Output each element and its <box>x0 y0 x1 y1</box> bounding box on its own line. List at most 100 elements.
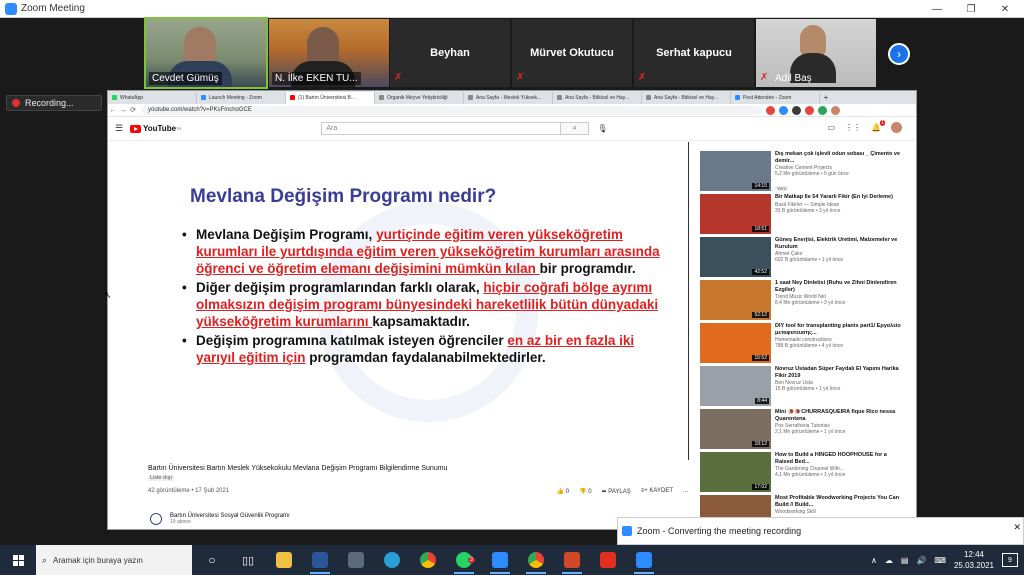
recommended-video[interactable]: 18:51 Bir Matkap İle 54 Yararlı Fikir (En… <box>700 194 910 237</box>
account-avatar[interactable] <box>891 122 902 133</box>
participant-tile[interactable]: Beyhan ✗ <box>390 19 510 87</box>
mic-muted-icon: ✗ <box>394 72 403 83</box>
recommended-video[interactable]: 17:02 How to Build a HINGED HOOPHOUSE for… <box>700 452 910 495</box>
microphone-icon[interactable]: 🎙 <box>597 124 607 133</box>
acrobat-icon[interactable] <box>590 545 626 575</box>
participant-tile[interactable]: Serhat kapucu ✗ <box>634 19 754 87</box>
mic-muted-icon: ✗ <box>516 72 525 83</box>
recommended-video-title: Novruz Ustadan Süper Faydalı El Yapımı H… <box>775 366 899 379</box>
youtube-logo[interactable]: YouTube TR <box>130 124 181 133</box>
browser-tab[interactable]: Ana Sayfa - Bitkisel ve Hay... <box>642 91 731 104</box>
youtube-search-input[interactable]: Ara <box>321 122 562 135</box>
browser-tab[interactable]: Ana Sayfa - Bitkisel ve Hay... <box>553 91 642 104</box>
recommended-video[interactable]: 8:44 Novruz Ustadan Süper Faydalı El Yapı… <box>700 366 910 409</box>
notifications-bell-icon[interactable]: 🔔 1 <box>871 120 885 132</box>
channel-logo[interactable] <box>150 513 162 525</box>
recommended-video[interactable]: 18:12 Mini 🐌🐌CHURRASQUEIRA fique Rico nes… <box>700 409 910 452</box>
close-icon[interactable]: ✕ <box>988 0 1022 18</box>
recommended-video[interactable]: 14:15 Dış mekan çok işlevli odun sobası _… <box>700 151 910 194</box>
video-thumbnail[interactable]: 18:51 <box>700 194 771 234</box>
participant-tile[interactable]: Cevdet Gümüş <box>144 17 268 89</box>
cloud-icon[interactable]: ☁ <box>885 556 893 565</box>
browser-tab[interactable]: Organik Meyve Yetiştiriciliği <box>375 91 464 104</box>
minimize-icon[interactable]: — <box>920 0 954 18</box>
browser-tab[interactable]: Post Attendee - Zoom <box>731 91 820 104</box>
zoom-logo-icon <box>5 2 17 15</box>
recommended-video[interactable]: 42:52 Güneş Enerjisi, Elektrik Üretimi, M… <box>700 237 910 280</box>
clock-date: 25.03.2021 <box>953 561 994 570</box>
bullet-text: Mevlana Değişim Programı, <box>196 227 377 242</box>
volume-icon[interactable]: 🔊 <box>916 556 926 565</box>
browser-tab[interactable]: Launch Meeting - Zoom <box>197 91 286 104</box>
video-thumbnail[interactable]: 42:52 <box>700 237 771 277</box>
extension-icon[interactable] <box>766 105 775 115</box>
recording-indicator[interactable]: Recording... <box>6 95 102 111</box>
video-thumbnail[interactable]: 8:44 <box>700 366 771 406</box>
bullet-text: Değişim programına katılmak isteyen öğre… <box>196 333 508 348</box>
zoom-notification-toast[interactable]: Zoom - Converting the meeting recording … <box>617 517 1024 545</box>
recommended-video[interactable]: 15:52 DIY tool for transplanting plants p… <box>700 323 910 366</box>
forward-icon[interactable]: → <box>118 107 128 114</box>
zoom-app-icon[interactable] <box>482 545 518 575</box>
zoom-meeting-icon[interactable] <box>626 545 662 575</box>
recommended-video-title: Most Profitable Woodworking Projects You… <box>775 495 900 508</box>
url-field[interactable]: youtube.com/watch?v=PKsFmchoGCE <box>142 105 762 115</box>
file-explorer-icon[interactable] <box>266 545 302 575</box>
next-page-button[interactable]: › <box>888 43 910 65</box>
extension-icon[interactable] <box>792 105 801 115</box>
browser-tab[interactable]: WhatsApp <box>108 91 197 104</box>
chevron-up-icon[interactable]: ∧ <box>871 556 877 565</box>
browser-tab[interactable]: (1) Bartın Üniversitesi B... <box>286 91 375 104</box>
cortana-icon[interactable]: ○ <box>194 545 230 575</box>
hamburger-menu-icon[interactable]: ☰ <box>108 123 130 134</box>
playlist-add-icon: ≡+ <box>640 488 648 494</box>
dislike-button[interactable]: 👎 0 <box>579 488 592 495</box>
save-button[interactable]: ≡+ KAYDET <box>641 488 673 495</box>
new-tab-button[interactable]: + <box>820 93 832 102</box>
task-view-icon[interactable]: ▯▯ <box>230 545 266 575</box>
network-icon[interactable]: ▤ <box>901 556 909 565</box>
video-player[interactable]: Mevlana Değişim Programı nedir? Mevlana … <box>108 142 692 460</box>
notification-count-badge: 1 <box>880 120 885 126</box>
reload-icon[interactable]: ⟳ <box>128 106 138 114</box>
recommended-video-title: How to Build a HINGED HOOPHOUSE for a Ra… <box>775 452 887 465</box>
chrome-window-icon[interactable] <box>518 545 554 575</box>
tab-label: Ana Sayfa - Meslek Yüksek... <box>476 94 542 101</box>
video-thumbnail[interactable]: 18:12 <box>700 409 771 449</box>
create-video-icon[interactable]: ▭ <box>827 123 835 132</box>
extension-icon[interactable] <box>805 105 814 115</box>
video-thumbnail[interactable]: 52:12 <box>700 280 771 320</box>
profile-avatar-icon[interactable] <box>831 105 840 115</box>
video-thumbnail[interactable]: 15:52 <box>700 323 771 363</box>
keyboard-icon[interactable]: ⌨ <box>934 556 946 565</box>
search-button[interactable]: ⌕ <box>561 122 590 135</box>
recommended-video[interactable]: 52:12 1 saat Ney Dinletisi (Ruhu ve Zihni… <box>700 280 910 323</box>
mic-muted-icon: ✗ <box>760 72 769 83</box>
browser-tab[interactable]: Ana Sayfa - Meslek Yüksek... <box>464 91 553 104</box>
more-button[interactable]: ... <box>683 488 688 495</box>
close-icon[interactable]: ✕ <box>1013 522 1021 533</box>
participant-tile[interactable]: ✗ Adil Baş <box>756 19 876 87</box>
taskbar-search-input[interactable]: ⌕ Aramak için buraya yazın <box>36 545 192 575</box>
extension-icon[interactable] <box>779 105 788 115</box>
taskbar-clock[interactable]: 12:44 25.03.2021 <box>954 549 994 571</box>
like-button[interactable]: 👍 0 <box>557 488 570 495</box>
video-thumbnail[interactable]: 17:02 <box>700 452 771 492</box>
edge-icon[interactable] <box>374 545 410 575</box>
video-thumbnail[interactable]: 14:15 <box>700 151 771 191</box>
participant-tile[interactable]: Mürvet Okutucu ✗ <box>512 19 632 87</box>
thumbs-down-icon: 👎 <box>579 489 587 495</box>
calculator-icon[interactable] <box>338 545 374 575</box>
whatsapp-icon[interactable]: 3 <box>446 545 482 575</box>
word-icon[interactable] <box>302 545 338 575</box>
back-icon[interactable]: ← <box>108 107 118 114</box>
participant-tile[interactable]: N. İlke EKEN TU... <box>269 19 389 87</box>
start-button[interactable] <box>0 545 36 575</box>
share-button[interactable]: ➦ PAYLAŞ <box>602 488 631 495</box>
chrome-icon[interactable] <box>410 545 446 575</box>
apps-grid-icon[interactable]: ⋮⋮ <box>845 123 861 132</box>
extension-icon[interactable] <box>818 105 827 115</box>
notification-center-icon[interactable]: 9 <box>1002 553 1018 567</box>
powerpoint-icon[interactable] <box>554 545 590 575</box>
restore-icon[interactable]: ❐ <box>954 0 988 18</box>
